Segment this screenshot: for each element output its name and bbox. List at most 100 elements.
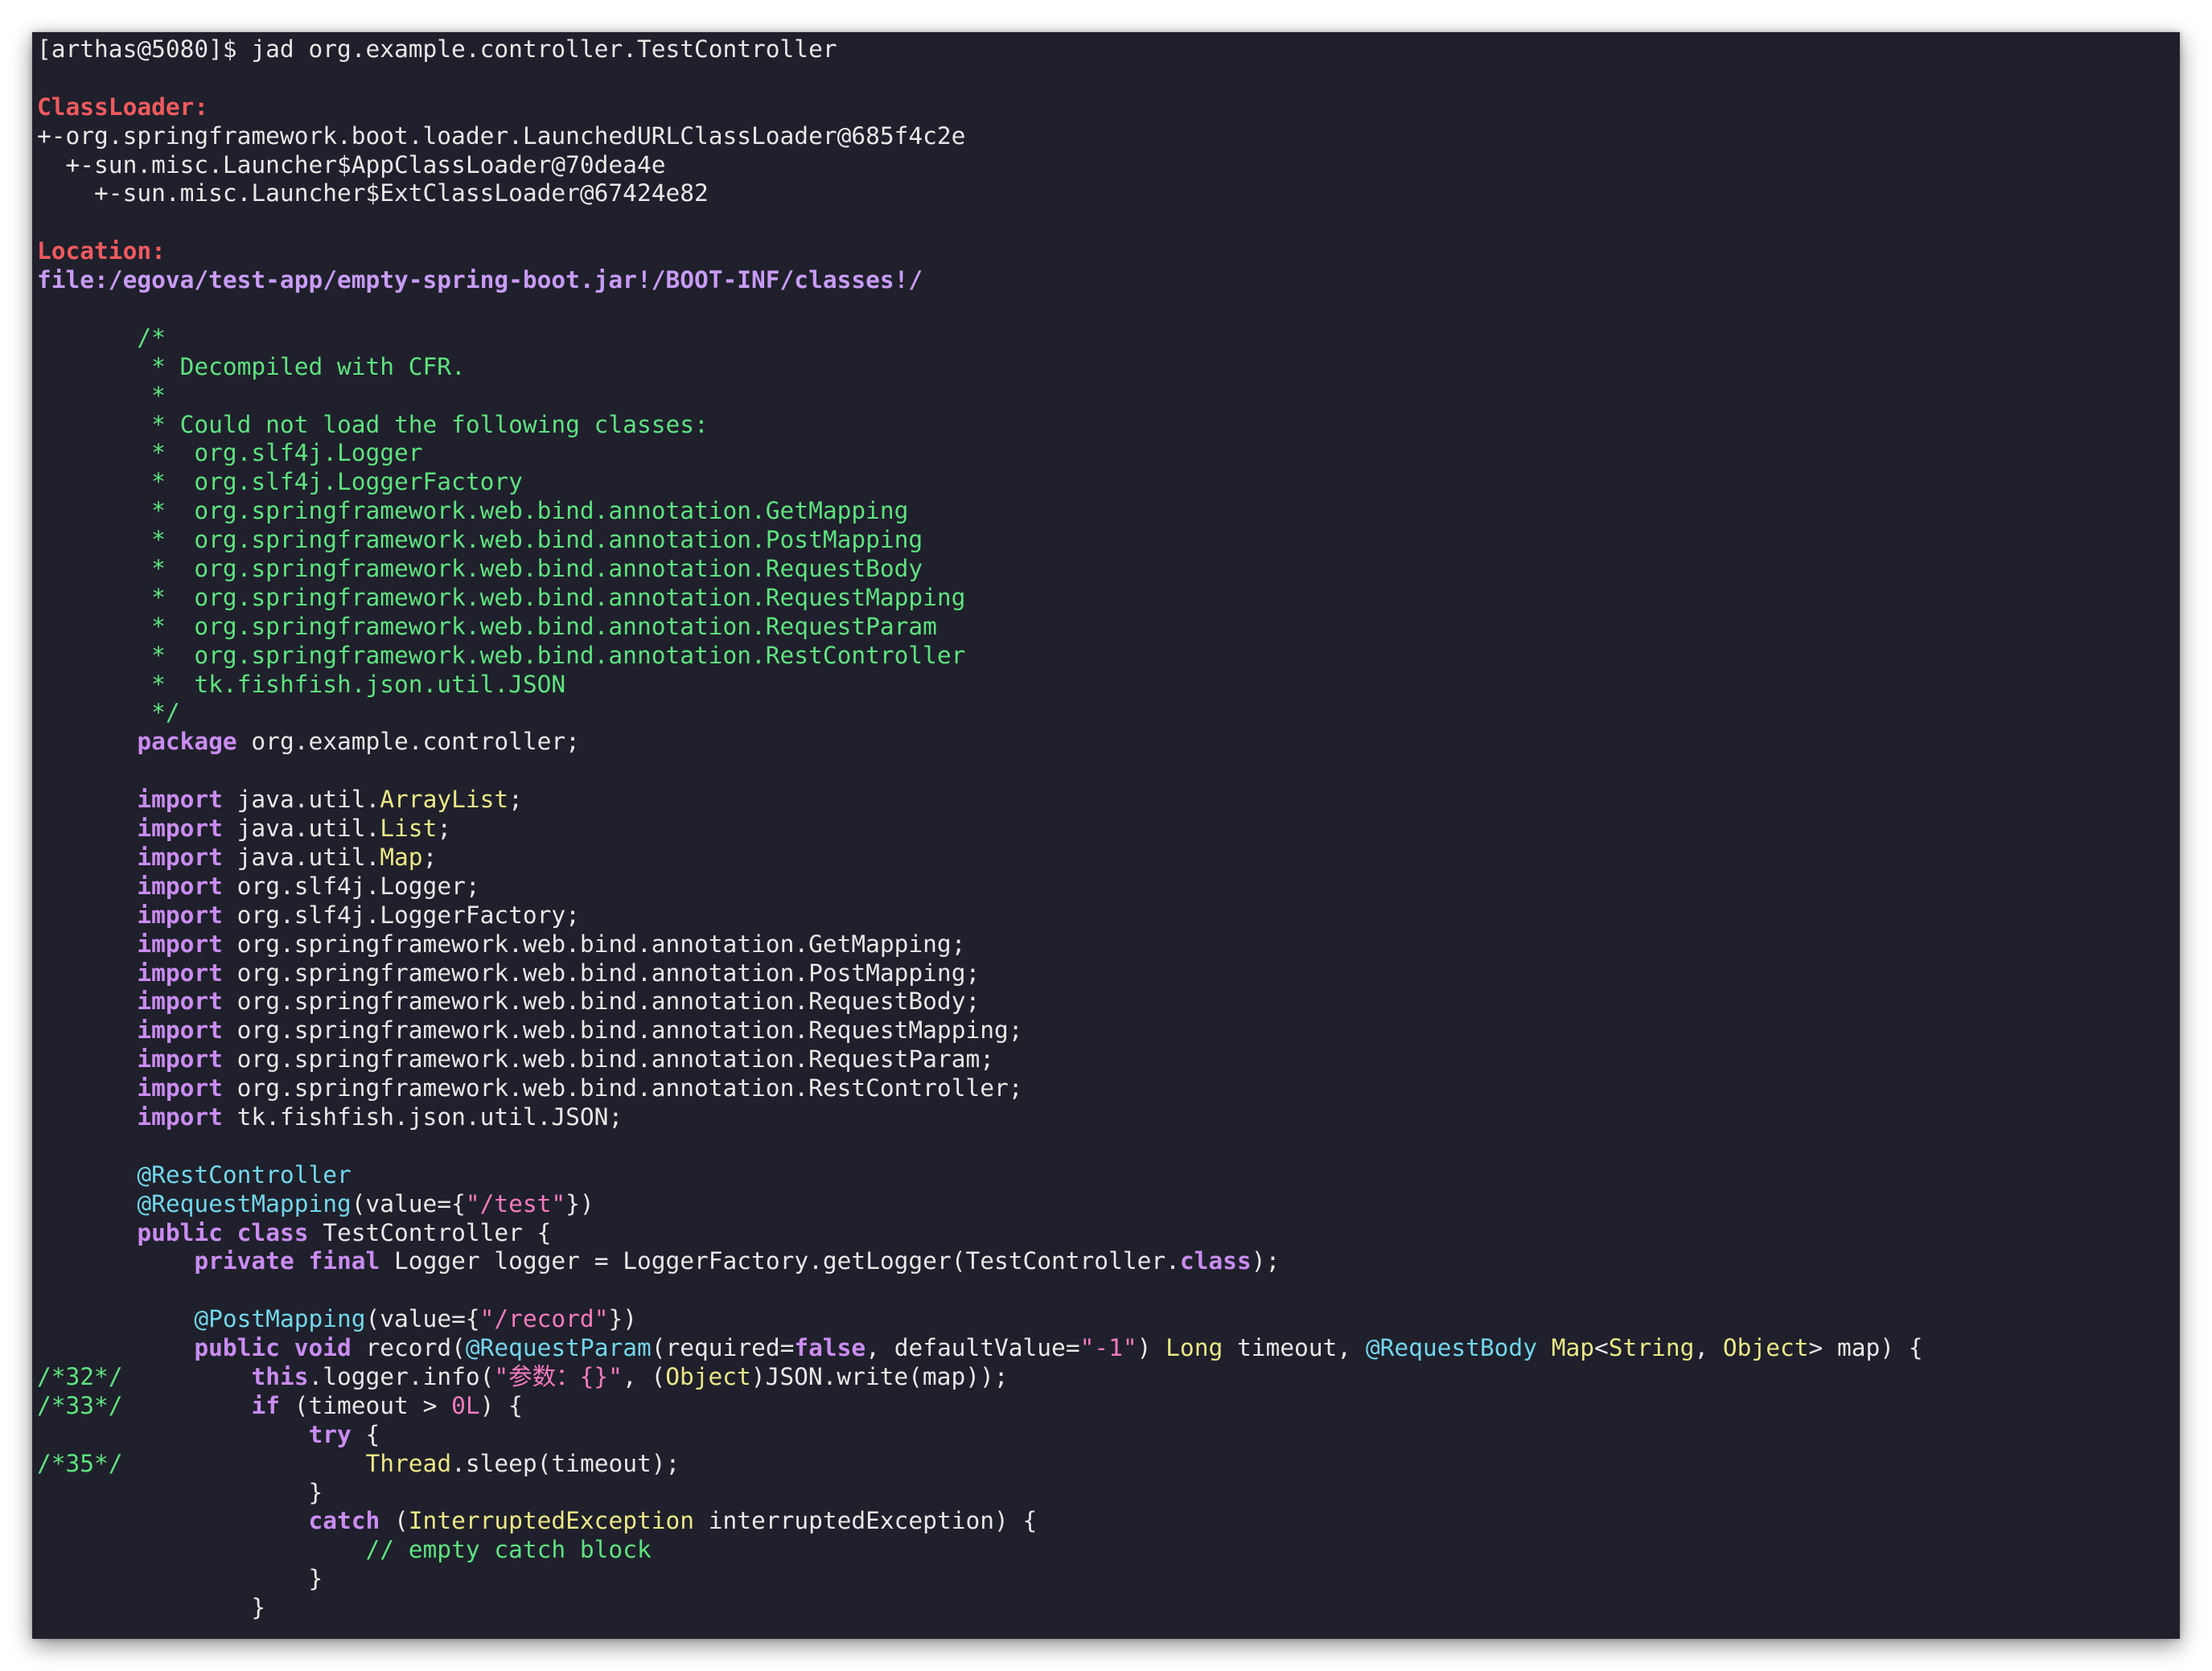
code-token-default: tk.fishfish.json.util.JSON; xyxy=(222,1102,623,1131)
code-token-keyword: private xyxy=(194,1247,294,1275)
code-token-type: Object xyxy=(1722,1334,1809,1362)
code-token-keyword: import xyxy=(137,959,223,987)
code-token-default xyxy=(37,1016,137,1044)
code-token-default: , defaultValue= xyxy=(865,1334,1080,1362)
code-token-default: timeout, xyxy=(1223,1334,1366,1362)
terminal-line: import org.springframework.web.bind.anno… xyxy=(37,959,2175,988)
terminal-line: package org.example.controller; xyxy=(37,728,2175,757)
code-token-default: java.util. xyxy=(222,815,380,843)
terminal-line: import java.util.ArrayList; xyxy=(37,786,2175,815)
code-token-default: .logger.info( xyxy=(308,1362,495,1390)
terminal-output[interactable]: [arthas@5080]$ jad org.example.controlle… xyxy=(37,35,2175,1639)
code-token-default: { xyxy=(351,1420,380,1448)
code-token-default xyxy=(37,1507,308,1534)
code-token-keyword: import xyxy=(137,1074,223,1102)
code-token-keyword: import xyxy=(137,1016,223,1045)
code-token-keyword: import xyxy=(137,872,223,900)
terminal-line: file:/egova/test-app/empty-spring-boot.j… xyxy=(37,266,2175,295)
code-token-type: InterruptedException xyxy=(408,1507,695,1535)
terminal-line: import org.slf4j.Logger; xyxy=(37,872,2175,901)
code-token-default xyxy=(37,1045,137,1073)
code-token-red: Location: xyxy=(37,237,166,265)
terminal-line: +-org.springframework.boot.loader.Launch… xyxy=(37,122,2175,151)
code-token-comment: * org.springframework.web.bind.annotatio… xyxy=(37,526,923,554)
terminal-line: catch (InterruptedException interruptedE… xyxy=(37,1507,2175,1536)
code-token-default: (timeout > xyxy=(279,1391,452,1419)
code-token-string: "-1" xyxy=(1079,1334,1137,1362)
code-token-default xyxy=(37,728,137,755)
code-token-keyword: import xyxy=(137,901,223,929)
terminal-line: * org.slf4j.LoggerFactory xyxy=(37,468,2175,497)
code-token-default: < xyxy=(1594,1334,1609,1362)
code-token-default: Logger logger = LoggerFactory.getLogger(… xyxy=(380,1247,1180,1275)
terminal-line: */ xyxy=(37,699,2175,728)
code-token-default: org.springframework.web.bind.annotation.… xyxy=(222,987,981,1016)
code-token-default: } xyxy=(37,1565,323,1593)
code-token-default xyxy=(37,1247,194,1275)
terminal-line: @RestController xyxy=(37,1161,2175,1190)
code-token-default: }) xyxy=(608,1305,637,1333)
terminal-line: [arthas@5080]$ jad org.example.controlle… xyxy=(37,35,2175,64)
terminal-line: } xyxy=(37,1565,2175,1594)
terminal-line: import org.slf4j.LoggerFactory; xyxy=(37,901,2175,930)
terminal-line: +-sun.misc.Launcher$ExtClassLoader@67424… xyxy=(37,179,2175,208)
code-token-red: ClassLoader: xyxy=(37,92,209,121)
terminal-line: * Decompiled with CFR. xyxy=(37,353,2175,382)
code-token-keyword: public xyxy=(137,1218,223,1246)
code-token-default: )JSON.write(map)); xyxy=(750,1362,1009,1390)
code-token-default xyxy=(37,844,137,871)
code-token-default: org.springframework.web.bind.annotation.… xyxy=(222,1074,1023,1102)
code-token-linenum: /*35*/ xyxy=(37,1449,123,1477)
code-token-default: ; xyxy=(508,786,523,814)
terminal-line: @RequestMapping(value={"/test"}) xyxy=(37,1190,2175,1219)
code-token-keyword: final xyxy=(308,1247,380,1275)
code-token-default: interruptedException) { xyxy=(694,1507,1038,1535)
code-token-comment: /* xyxy=(37,323,166,351)
code-token-annotation: @RequestMapping xyxy=(137,1189,352,1217)
code-token-default xyxy=(37,872,137,900)
terminal-line: import tk.fishfish.json.util.JSON; xyxy=(37,1103,2175,1132)
terminal-line: import java.util.Map; xyxy=(37,844,2175,872)
code-token-default: org.springframework.web.bind.annotation.… xyxy=(222,930,966,958)
code-token-path: file:/egova/test-app/empty-spring-boot.j… xyxy=(37,266,923,294)
terminal-window[interactable]: [arthas@5080]$ jad org.example.controlle… xyxy=(32,32,2180,1639)
code-token-default xyxy=(294,1247,309,1275)
code-token-keyword: try xyxy=(308,1420,352,1448)
code-token-type: Object xyxy=(665,1362,751,1390)
code-token-default: ( xyxy=(380,1507,409,1535)
code-token-keyword: import xyxy=(137,786,223,814)
code-token-comment: */ xyxy=(37,699,180,727)
code-token-default xyxy=(37,1219,137,1246)
code-token-default xyxy=(123,1450,366,1477)
code-token-default xyxy=(37,1334,194,1361)
code-token-default: } xyxy=(37,1478,323,1506)
code-token-keyword: import xyxy=(137,1045,223,1074)
code-token-default: +-org.springframework.boot.loader.Launch… xyxy=(37,121,966,150)
code-token-string: "参数：{}" xyxy=(494,1362,623,1390)
terminal-line: @PostMapping(value={"/record"}) xyxy=(37,1305,2175,1334)
code-token-type: ArrayList xyxy=(380,786,509,814)
code-token-keyword: void xyxy=(294,1334,352,1362)
terminal-line: /*35*/ Thread.sleep(timeout); xyxy=(37,1450,2175,1479)
code-token-default xyxy=(223,1219,237,1246)
terminal-line: import org.springframework.web.bind.anno… xyxy=(37,1045,2175,1074)
code-token-default: [arthas@5080]$ jad org.example.controlle… xyxy=(37,35,837,63)
terminal-line: } xyxy=(37,1594,2175,1623)
code-token-default xyxy=(37,959,137,987)
code-token-default: (required= xyxy=(651,1334,795,1362)
code-token-keyword: if xyxy=(251,1391,280,1419)
code-token-default xyxy=(37,901,137,929)
code-token-string: "/record" xyxy=(479,1305,609,1333)
code-token-type: Thread xyxy=(365,1449,452,1477)
code-token-linenum: /*32*/ xyxy=(37,1362,123,1390)
code-token-keyword: false xyxy=(794,1334,866,1362)
code-token-comment: * org.slf4j.LoggerFactory xyxy=(37,468,523,496)
code-token-linenum: /*33*/ xyxy=(37,1391,123,1419)
terminal-line: * xyxy=(37,382,2175,411)
terminal-line: * org.springframework.web.bind.annotatio… xyxy=(37,584,2175,613)
